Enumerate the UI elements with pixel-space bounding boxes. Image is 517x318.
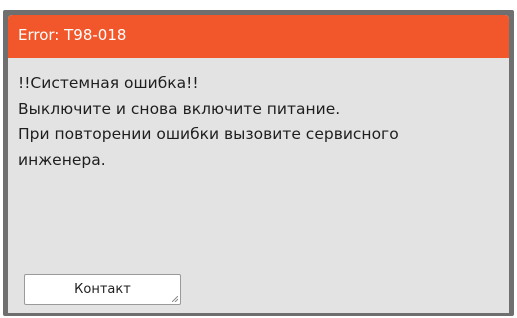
error-title: Error: T98-018 xyxy=(18,26,127,44)
error-dialog: Error: T98-018 !!Системная ошибка!! Выкл… xyxy=(8,15,509,313)
dialog-titlebar: Error: T98-018 xyxy=(8,15,509,58)
message-line: !!Системная ошибка!! xyxy=(18,74,199,92)
message-line: Выключите и снова включите питание. xyxy=(18,99,341,118)
contact-button[interactable]: Контакт xyxy=(24,274,181,305)
corner-grip-icon xyxy=(172,296,178,302)
message-line: При повторении ошибки вызовите сервисног… xyxy=(18,125,399,143)
contact-button-label: Контакт xyxy=(74,282,131,297)
error-message: !!Системная ошибка!! Выключите и снова в… xyxy=(18,71,498,173)
message-line: инженера. xyxy=(18,150,106,169)
